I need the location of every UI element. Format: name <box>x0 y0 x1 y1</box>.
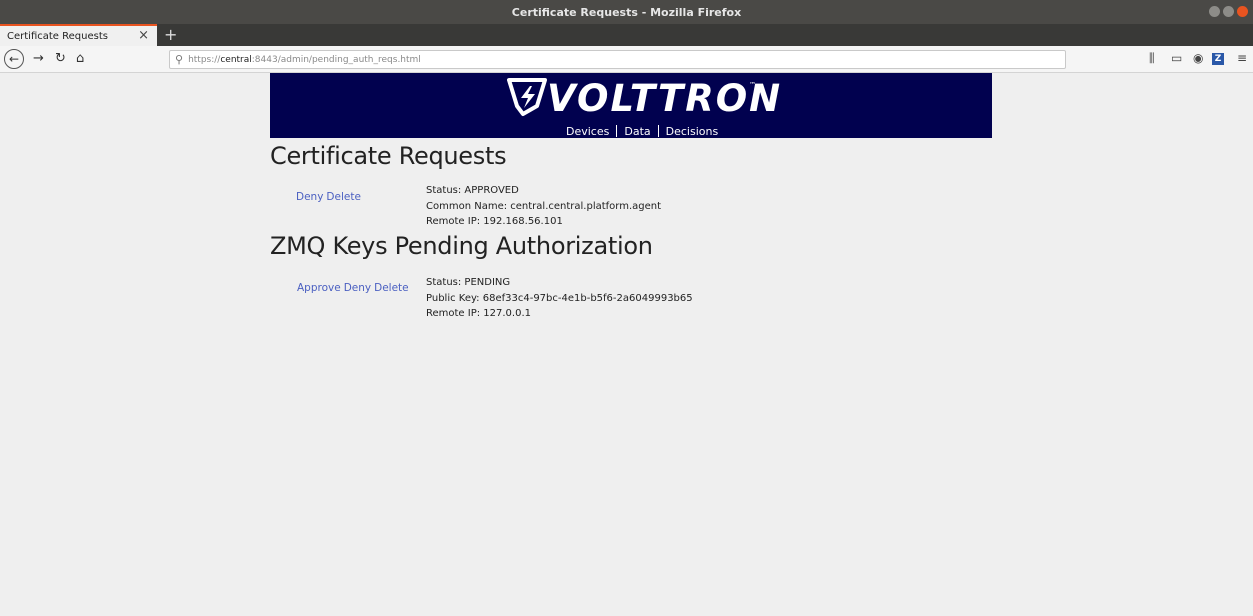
tagline: Devices Data Decisions <box>566 125 718 138</box>
forward-icon[interactable]: → <box>33 50 44 68</box>
delete-button[interactable]: Delete <box>374 282 409 294</box>
new-tab-button[interactable]: + <box>164 25 177 44</box>
deny-button[interactable]: Deny <box>344 282 371 294</box>
status-text: Status: PENDING <box>426 277 511 288</box>
navigation-bar: ← → ↻ ⌂ ⚲ https://central:8443/admin/pen… <box>0 46 1253 73</box>
back-icon[interactable]: ← <box>4 49 24 69</box>
remote-ip-text: Remote IP: 192.168.56.101 <box>426 216 563 227</box>
certificate-request-actions: Deny Delete <box>296 191 364 203</box>
certificate-request-details: Status: APPROVED Common Name: central.ce… <box>426 183 661 230</box>
status-text: Status: APPROVED <box>426 185 519 196</box>
menu-icon[interactable]: ≡ <box>1237 51 1247 65</box>
maximize-icon[interactable] <box>1223 6 1234 17</box>
common-name-text: Common Name: central.central.platform.ag… <box>426 200 662 212</box>
tagline-data: Data <box>624 125 651 138</box>
volttron-logo-icon <box>507 78 547 116</box>
library-icon[interactable]: ⫼ <box>1149 51 1155 66</box>
home-icon[interactable]: ⌂ <box>76 50 84 68</box>
zmq-key-actions: Approve Deny Delete <box>297 282 412 294</box>
tab-strip: Certificate Requests × + <box>0 24 1253 46</box>
window-controls <box>1209 6 1248 17</box>
search-icon: ⚲ <box>175 53 184 66</box>
window-title-bar: Certificate Requests - Mozilla Firefox <box>0 0 1253 24</box>
brand-name: VOLTTRON <box>547 77 783 120</box>
url-bar[interactable]: ⚲ https://central:8443/admin/pending_aut… <box>169 50 1066 69</box>
tab-certificate-requests[interactable]: Certificate Requests × <box>0 24 157 46</box>
tagline-devices: Devices <box>566 125 610 138</box>
remote-ip-text: Remote IP: 127.0.0.1 <box>426 308 531 319</box>
zotero-icon[interactable]: Z <box>1212 53 1224 65</box>
approve-button[interactable]: Approve <box>297 282 341 294</box>
reload-icon[interactable]: ↻ <box>55 50 66 68</box>
trademark: ™ <box>749 81 756 89</box>
public-key-text: Public Key: 68ef33c4-97bc-4e1b-b5f6-2a60… <box>426 292 693 304</box>
window-title: Certificate Requests - Mozilla Firefox <box>511 5 742 19</box>
tagline-divider <box>616 125 618 137</box>
close-window-icon[interactable] <box>1237 6 1248 17</box>
close-tab-icon[interactable]: × <box>138 28 149 43</box>
delete-button[interactable]: Delete <box>326 191 361 203</box>
sidebar-icon[interactable]: ▭ <box>1171 51 1182 65</box>
tagline-decisions: Decisions <box>665 125 719 138</box>
volttron-banner: VOLTTRON ™ Devices Data Decisions <box>270 73 992 138</box>
zmq-keys-heading: ZMQ Keys Pending Authorization <box>270 232 653 260</box>
tagline-divider <box>657 125 659 137</box>
deny-button[interactable]: Deny <box>296 191 323 203</box>
tab-label: Certificate Requests <box>7 30 108 42</box>
url-host: central <box>220 54 252 65</box>
certificate-requests-heading: Certificate Requests <box>270 142 507 170</box>
account-icon[interactable]: ◉ <box>1193 51 1203 65</box>
url-scheme: https:// <box>188 54 221 65</box>
zmq-key-details: Status: PENDING Public Key: 68ef33c4-97b… <box>426 275 693 322</box>
minimize-icon[interactable] <box>1209 6 1220 17</box>
url-path: :8443/admin/pending_auth_reqs.html <box>251 54 421 65</box>
